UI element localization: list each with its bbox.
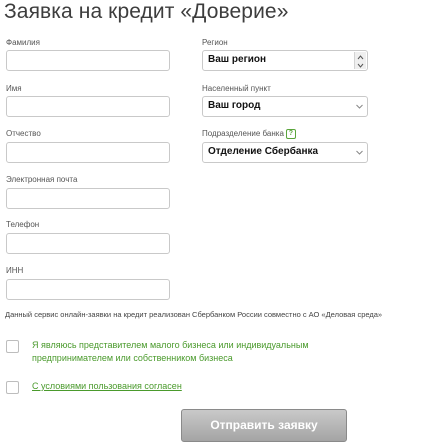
submit-button[interactable]: Отправить заявку [181, 409, 347, 442]
branch-label: Подразделение банка? [202, 129, 296, 139]
name-input[interactable] [6, 96, 170, 117]
phone-label: Телефон [6, 220, 40, 229]
business-checkbox-label[interactable]: Я являюсь представителем малого бизнеса … [32, 339, 362, 365]
city-label: Населенный пункт [202, 84, 271, 93]
branch-select-value: Отделение Сбербанка [208, 146, 319, 157]
business-checkbox[interactable] [6, 340, 19, 353]
branch-select[interactable]: Отделение Сбербанка [202, 142, 368, 163]
surname-input[interactable] [6, 50, 170, 71]
region-label: Регион [202, 38, 228, 47]
region-select-value: Ваш регион [208, 54, 267, 65]
inn-label: ИНН [6, 266, 24, 275]
name-label: Имя [6, 84, 22, 93]
inn-input[interactable] [6, 279, 170, 300]
city-select-value: Ваш город [208, 100, 261, 111]
patronymic-label: Отчество [6, 129, 41, 138]
region-select[interactable]: Ваш регион [202, 50, 368, 71]
page-title: Заявка на кредит «Доверие» [4, 0, 289, 23]
city-select[interactable]: Ваш город [202, 96, 368, 117]
patronymic-input[interactable] [6, 142, 170, 163]
email-input[interactable] [6, 188, 170, 209]
email-label: Электронная почта [6, 175, 78, 184]
chevron-down-icon [356, 104, 363, 109]
terms-checkbox[interactable] [6, 381, 19, 394]
watermark: Sbank-Gid.ru [352, 424, 415, 435]
terms-checkbox-label[interactable]: С условиями пользования согласен [32, 380, 182, 393]
chevron-down-icon [356, 150, 363, 155]
phone-input[interactable] [6, 233, 170, 254]
stepper-icon [354, 52, 366, 69]
branch-label-text: Подразделение банка [202, 129, 284, 138]
service-info-text: Данный сервис онлайн-заявки на кредит ре… [5, 310, 383, 319]
surname-label: Фамилия [6, 38, 40, 47]
help-icon[interactable]: ? [285, 129, 296, 139]
